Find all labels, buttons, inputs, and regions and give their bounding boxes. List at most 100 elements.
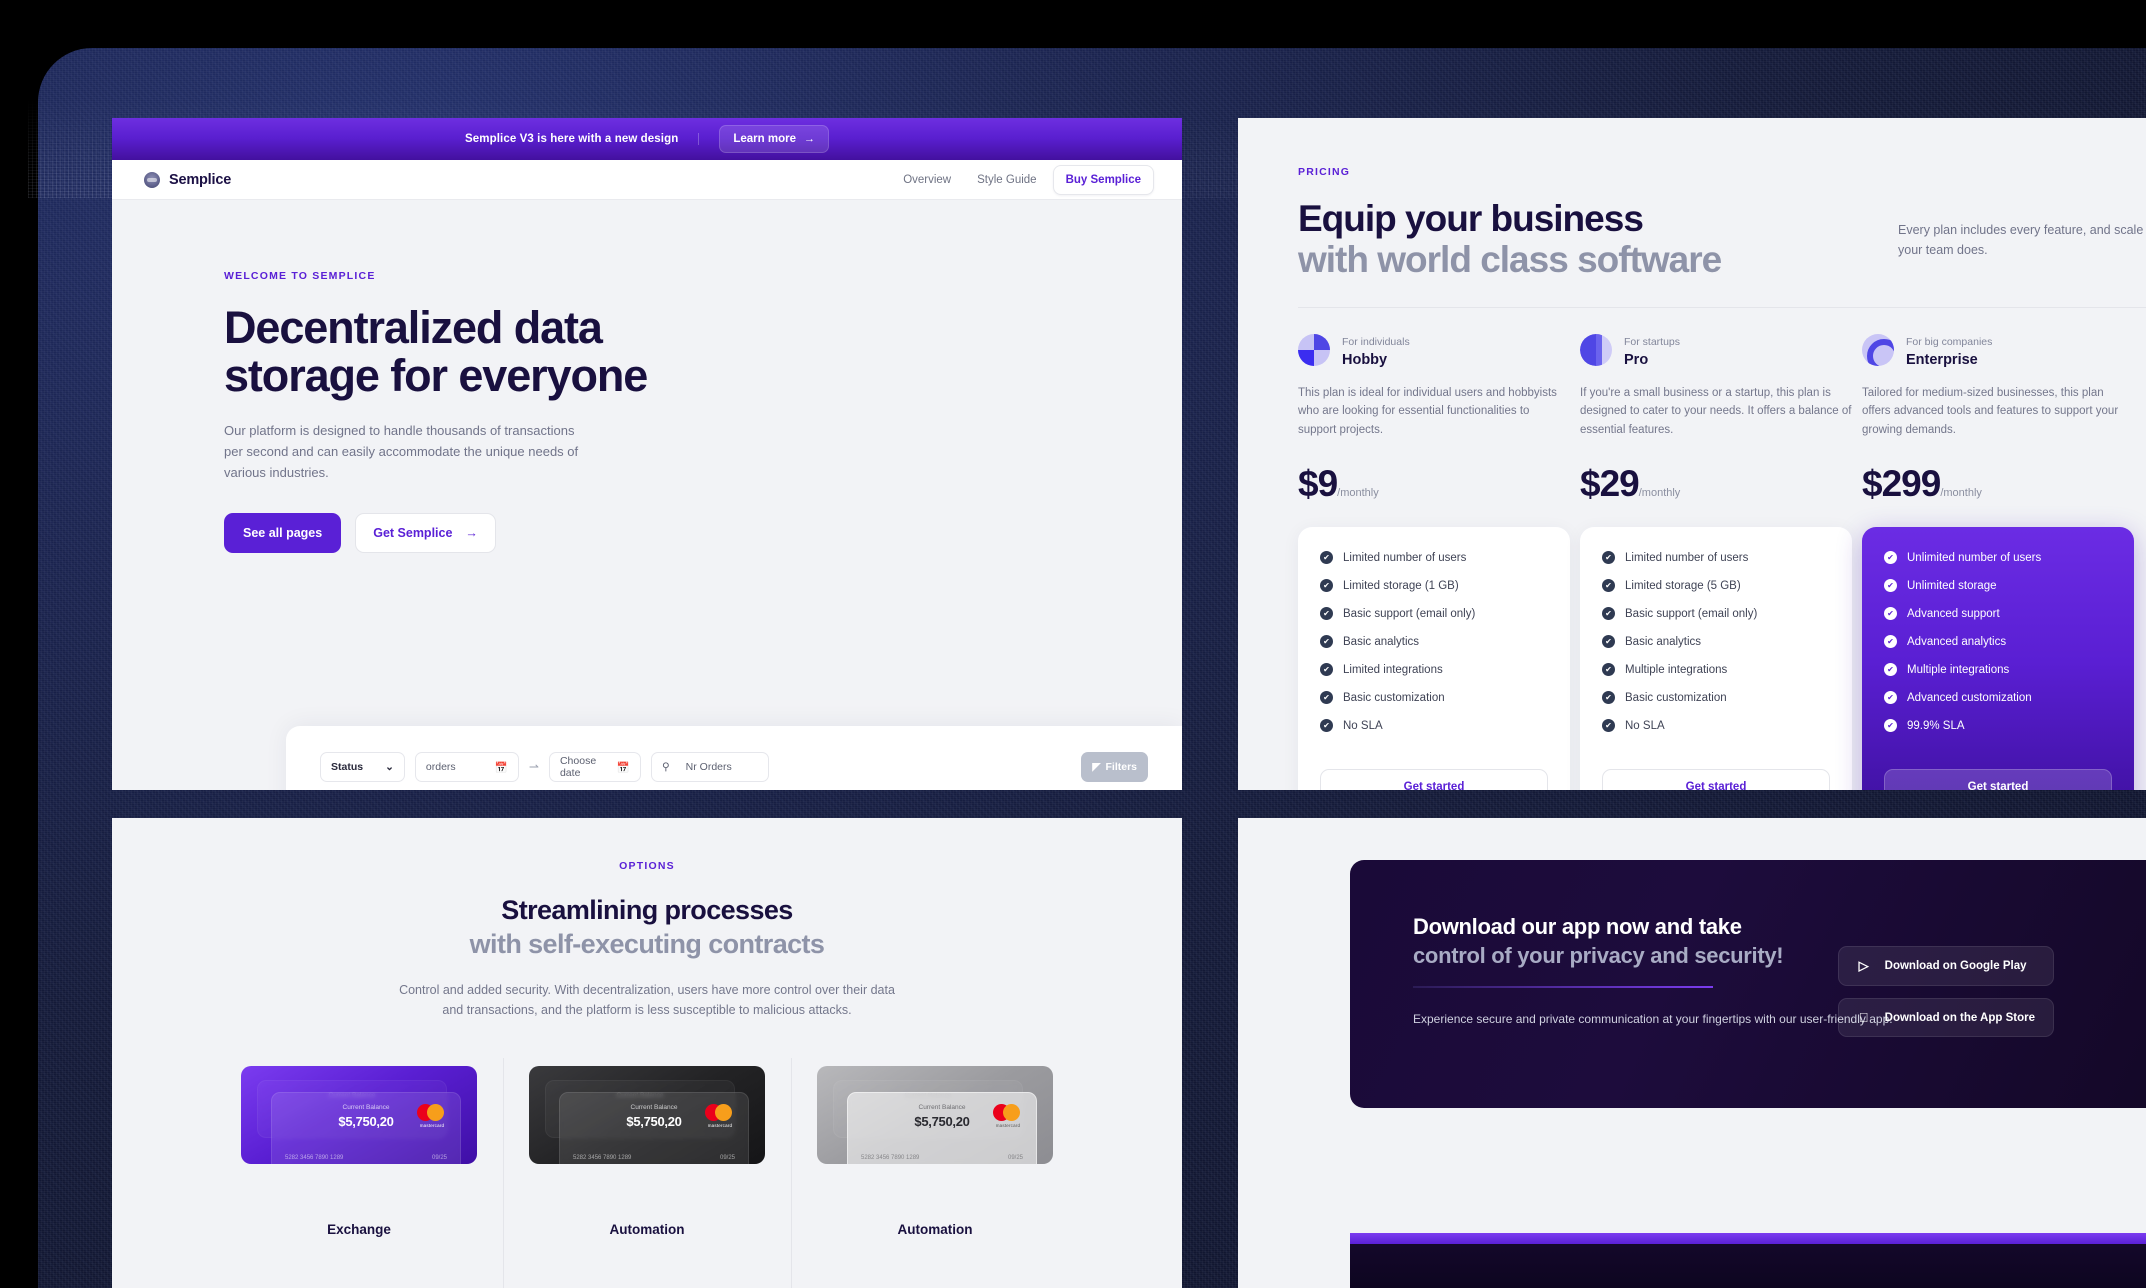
option-label: Automation (609, 1221, 685, 1237)
feature-label: Unlimited number of users (1907, 551, 2042, 564)
nav-link-overview[interactable]: Overview (893, 168, 961, 192)
check-icon: ✔ (1884, 691, 1897, 705)
feature-item: ✔ Advanced support (1884, 607, 2112, 621)
option-card-automation-2[interactable]: Current Balance Current Balance $5,750,2… (791, 1057, 1079, 1288)
google-play-icon: ▷ (1858, 958, 1869, 973)
plan-price-amount: $299 (1862, 463, 1941, 505)
plan-description: If you're a small business or a startup,… (1580, 386, 1852, 436)
accent-strip (1350, 1233, 2146, 1244)
choose-date-input[interactable]: Choose date 📅 (548, 752, 641, 782)
feature-label: Limited number of users (1343, 551, 1467, 564)
check-icon: ✔ (1884, 551, 1897, 565)
pricing-title-line2: with world class software (1298, 239, 1722, 281)
plan-price-period: /monthly (1337, 487, 1379, 500)
status-select[interactable]: Status ⌄ (320, 752, 405, 782)
feature-item: ✔ Limited number of users (1602, 551, 1830, 565)
orders-date-input[interactable]: orders 📅 (414, 752, 519, 782)
app-store-button[interactable]:  Download on the App Store (1837, 998, 2054, 1037)
feature-item: ✔ Unlimited number of users (1884, 551, 2112, 565)
feature-item: ✔ Advanced customization (1884, 691, 2112, 705)
feature-item: ✔ Multiple integrations (1884, 663, 2112, 677)
download-title-line1: Download our app now and take (1413, 914, 1742, 939)
plan-price: $29/monthly (1580, 463, 1852, 505)
apple-icon:  (1857, 1010, 1871, 1025)
feature-label: No SLA (1625, 719, 1665, 732)
plan-header-pro: For startups Pro If you're a small busin… (1580, 332, 1852, 505)
check-icon: ✔ (1602, 551, 1615, 565)
pricing-panel: PRICING Equip your business with world c… (1238, 118, 2146, 790)
credit-card-front: Current Balance $5,750,20 mastercard 528… (559, 1091, 749, 1164)
feature-label: Basic analytics (1343, 635, 1420, 648)
option-card-exchange[interactable]: Current Balance Current Balance $5,750,2… (215, 1065, 503, 1237)
plan-price-amount: $29 (1580, 463, 1640, 505)
plan-head-text: For big companies Enterprise (1906, 332, 1992, 368)
option-card-automation-1[interactable]: Current Balance Current Balance $5,750,2… (503, 1057, 791, 1288)
options-title-line2: with self-executing contracts (469, 928, 825, 959)
feature-label: Basic support (email only) (1343, 607, 1476, 620)
card-number: 5282 3456 7890 1289 (861, 1154, 920, 1161)
check-icon: ✔ (1320, 607, 1333, 621)
feature-item: ✔ Limited integrations (1320, 663, 1548, 677)
screenshot-canvas: Semplice V3 is here with a new design Le… (0, 0, 2146, 1288)
search-icon: ⚲ (661, 761, 670, 773)
orders-date-value: orders (425, 761, 456, 773)
mastercard-label: mastercard (995, 1122, 1021, 1128)
check-icon: ✔ (1602, 663, 1615, 677)
get-started-button-hobby[interactable]: Get started (1320, 769, 1548, 790)
check-icon: ✔ (1602, 635, 1615, 649)
feature-item: ✔ Limited storage (1 GB) (1320, 579, 1548, 593)
plan-headers: For individuals Hobby This plan is ideal… (1298, 332, 2146, 505)
get-semplice-button[interactable]: Get Semplice → (355, 513, 496, 554)
feature-label: 99.9% SLA (1907, 719, 1965, 732)
check-icon: ✔ (1602, 691, 1615, 705)
nav-link-style-guide[interactable]: Style Guide (967, 168, 1046, 192)
feature-item: ✔ Basic support (email only) (1320, 607, 1548, 621)
card-expiry: 09/25 (1007, 1154, 1023, 1161)
credit-card-front: Current Balance $5,750,20 mastercard 528… (847, 1091, 1037, 1164)
plan-price: $299/monthly (1862, 463, 2134, 505)
check-icon: ✔ (1320, 663, 1333, 677)
feature-label: No SLA (1343, 719, 1383, 732)
plan-feature-cards: ✔ Limited number of users ✔ Limited storag… (1298, 527, 2146, 790)
buy-semplice-button[interactable]: Buy Semplice (1052, 164, 1154, 195)
download-content: Download our app now and take control of… (1238, 818, 2146, 1288)
card-expiry: 09/25 (719, 1154, 735, 1161)
nav-links: Overview Style Guide Buy Semplice (893, 164, 1154, 195)
options-panel: OPTIONS Streamlining processes with self… (112, 818, 1182, 1288)
credit-card-front: Current Balance $5,750,20 mastercard 528… (271, 1091, 461, 1164)
google-play-button[interactable]: ▷ Download on Google Play (1837, 946, 2054, 986)
feature-item: ✔ Basic support (email only) (1602, 607, 1830, 621)
range-arrow-icon: ⇀ (528, 760, 539, 774)
feature-label: Multiple integrations (1907, 663, 2010, 676)
filters-button[interactable]: ◤ Filters (1081, 752, 1148, 782)
get-started-button-enterprise[interactable]: Get started (1884, 769, 2112, 790)
brand-logo[interactable]: Semplice (144, 171, 231, 188)
check-icon: ✔ (1320, 551, 1333, 565)
order-search-input[interactable]: ⚲ Nr Orders (650, 752, 769, 782)
check-icon: ✔ (1602, 607, 1615, 621)
plan-head-text: For startups Pro (1624, 332, 1680, 368)
plan-header-enterprise: For big companies Enterprise Tailored fo… (1862, 332, 2134, 505)
plan-head: For big companies Enterprise (1862, 332, 2134, 368)
hero-actions: See all pages Get Semplice → (224, 513, 1182, 554)
pie-half-icon (1580, 333, 1612, 366)
feature-label: Unlimited storage (1907, 579, 1997, 592)
card-image-grey: Current Balance Current Balance $5,750,2… (817, 1065, 1053, 1164)
filters-label: Filters (1105, 761, 1137, 773)
chevron-down-icon: ⌄ (385, 761, 394, 773)
check-icon: ✔ (1320, 579, 1333, 593)
order-search-placeholder: Nr Orders (685, 761, 732, 773)
plan-name: Enterprise (1906, 351, 1978, 368)
learn-more-label: Learn more (733, 133, 796, 145)
hero-title-line2: storage for everyone (224, 350, 648, 402)
get-started-button-pro[interactable]: Get started (1602, 769, 1830, 790)
mastercard-label: mastercard (707, 1122, 733, 1128)
learn-more-button[interactable]: Learn more → (719, 125, 829, 153)
plan-price: $9/monthly (1298, 463, 1570, 505)
choose-date-placeholder: Choose date (559, 755, 597, 779)
google-play-label: Download on Google Play (1884, 960, 2027, 972)
feature-label: Advanced support (1907, 607, 2000, 620)
see-all-pages-button[interactable]: See all pages (224, 513, 342, 554)
pricing-eyebrow: PRICING (1298, 166, 1351, 178)
plan-head-text: For individuals Hobby (1342, 332, 1410, 368)
